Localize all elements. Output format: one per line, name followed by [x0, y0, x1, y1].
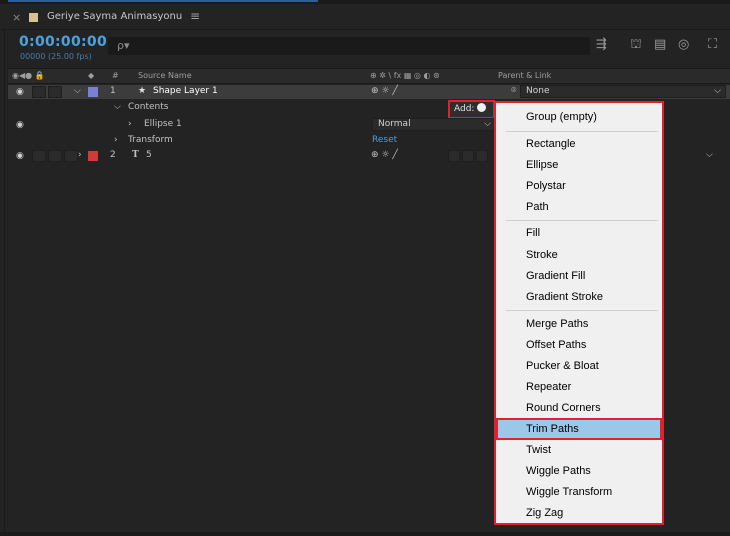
- audio-toggle[interactable]: [32, 150, 46, 162]
- lock-toggle[interactable]: [64, 150, 78, 162]
- menu-item-rectangle[interactable]: Rectangle: [496, 134, 662, 154]
- menu-item-fill[interactable]: Fill: [496, 223, 662, 243]
- expand-chevron-icon[interactable]: ⌵: [74, 86, 81, 96]
- layer-row-shape-layer-1[interactable]: ◉ ⌵ 1 ★ Shape Layer 1 ⊕ ☼ ╱ ⌾ None ⌵: [8, 85, 730, 99]
- menu-item-group-empty[interactable]: Group (empty): [496, 107, 662, 127]
- menu-item-wiggle-paths[interactable]: Wiggle Paths: [496, 461, 662, 481]
- layer-number-header: #: [112, 71, 119, 80]
- menu-item-zig-zag[interactable]: Zig Zag: [496, 503, 662, 523]
- switch-cell[interactable]: [476, 150, 488, 162]
- menu-item-gradient-fill[interactable]: Gradient Fill: [496, 266, 662, 286]
- visibility-eye-icon[interactable]: ◉: [16, 87, 24, 97]
- ellipse-label[interactable]: Ellipse 1: [144, 119, 182, 129]
- layer-switches[interactable]: ⊕ ☼ ╱: [371, 86, 398, 96]
- menu-item-twist[interactable]: Twist: [496, 440, 662, 460]
- switch-cell[interactable]: [448, 150, 460, 162]
- menu-item-wiggle-transform[interactable]: Wiggle Transform: [496, 482, 662, 502]
- composition-mini-flowchart-icon[interactable]: ⇶: [596, 37, 607, 52]
- menu-item-gradient-stroke[interactable]: Gradient Stroke: [496, 287, 662, 307]
- graph-editor-icon[interactable]: ⛶: [708, 37, 717, 52]
- frame-count-display: 00000 (25.00 fps): [20, 52, 92, 61]
- blend-mode-value: Normal: [378, 119, 411, 129]
- shape-layer-star-icon: ★: [138, 86, 147, 96]
- menu-item-merge-paths[interactable]: Merge Paths: [496, 314, 662, 334]
- chevron-down-icon: ⌵: [714, 86, 721, 96]
- expand-chevron-icon[interactable]: ›: [114, 135, 118, 145]
- menu-separator: [506, 220, 658, 221]
- composition-tab-title[interactable]: Geriye Sayma Animasyonu: [47, 11, 182, 22]
- chevron-down-icon[interactable]: ⌵: [706, 150, 713, 160]
- expand-chevron-icon[interactable]: ⌵: [114, 102, 121, 112]
- add-shape-menu: Group (empty) Rectangle Ellipse Polystar…: [494, 101, 664, 525]
- solo-toggle[interactable]: [48, 150, 62, 162]
- chevron-down-icon: ⌵: [484, 119, 491, 129]
- contents-label: Contents: [128, 102, 169, 112]
- menu-separator: [506, 131, 658, 132]
- composition-color-swatch: [29, 13, 38, 22]
- shy-layers-icon[interactable]: ⛫: [630, 37, 642, 54]
- menu-item-offset-paths[interactable]: Offset Paths: [496, 335, 662, 355]
- layer-switches[interactable]: ⊕ ☼ ╱: [371, 150, 398, 160]
- menu-item-pucker-bloat[interactable]: Pucker & Bloat: [496, 356, 662, 376]
- source-name-header[interactable]: Source Name: [138, 71, 192, 80]
- solo-toggle[interactable]: [48, 86, 62, 98]
- audio-toggle[interactable]: [32, 86, 46, 98]
- layer-number: 2: [110, 150, 116, 160]
- panel-indicator: [8, 0, 318, 2]
- menu-item-path[interactable]: Path: [496, 197, 662, 217]
- parent-value: None: [526, 86, 550, 96]
- layer-number: 1: [110, 86, 116, 96]
- menu-item-ellipse[interactable]: Ellipse: [496, 155, 662, 175]
- switch-cell[interactable]: [462, 150, 474, 162]
- transform-label: Transform: [128, 135, 173, 145]
- menu-item-polystar[interactable]: Polystar: [496, 176, 662, 196]
- motion-blur-icon[interactable]: ◎: [678, 37, 689, 52]
- expand-chevron-icon[interactable]: ›: [78, 150, 82, 160]
- menu-separator: [506, 310, 658, 311]
- parent-dropdown[interactable]: None ⌵: [520, 85, 726, 98]
- layer-column-header: ◉◀● 🔒 ◆ # Source Name ⊕ ✲ \ fx ▦ ◎ ◐ ⊛ P…: [8, 68, 730, 84]
- menu-item-trim-paths[interactable]: Trim Paths: [496, 418, 662, 440]
- menu-item-round-corners[interactable]: Round Corners: [496, 398, 662, 418]
- add-highlight-box: [448, 100, 495, 119]
- current-time-display[interactable]: 0:00:00:00: [19, 34, 107, 50]
- menu-item-stroke[interactable]: Stroke: [496, 245, 662, 265]
- tab-close-icon[interactable]: ×: [12, 11, 21, 24]
- layer-label-color[interactable]: [88, 87, 98, 97]
- menu-item-repeater[interactable]: Repeater: [496, 377, 662, 397]
- expand-chevron-icon[interactable]: ›: [128, 119, 132, 129]
- layer-label-color[interactable]: [88, 151, 98, 161]
- layer-name[interactable]: 5: [146, 150, 152, 160]
- pickwhip-icon[interactable]: ⌾: [511, 86, 516, 96]
- parent-link-header: Parent & Link: [498, 71, 552, 80]
- label-header-icon: ◆: [88, 71, 95, 80]
- blend-mode-dropdown[interactable]: Normal ⌵: [372, 118, 496, 131]
- panel-menu-icon[interactable]: ≡: [190, 9, 200, 23]
- av-switches-header: ◉◀● 🔒: [12, 71, 45, 80]
- reset-link[interactable]: Reset: [372, 135, 397, 145]
- visibility-eye-icon[interactable]: ◉: [16, 151, 24, 161]
- visibility-eye-icon[interactable]: ◉: [16, 120, 24, 130]
- layer-name[interactable]: Shape Layer 1: [153, 86, 218, 96]
- text-layer-icon: T: [132, 150, 139, 160]
- layer-search-input[interactable]: ρ▾: [108, 37, 590, 55]
- composition-tab-bar: × Geriye Sayma Animasyonu ≡: [0, 4, 730, 30]
- search-icon: ρ▾: [117, 39, 130, 52]
- frame-blending-icon[interactable]: ▤: [654, 37, 666, 52]
- panel-bottom-edge: [0, 532, 730, 536]
- left-border: [4, 0, 5, 536]
- layer-switches-header: ⊕ ✲ \ fx ▦ ◎ ◐ ⊛: [370, 71, 440, 80]
